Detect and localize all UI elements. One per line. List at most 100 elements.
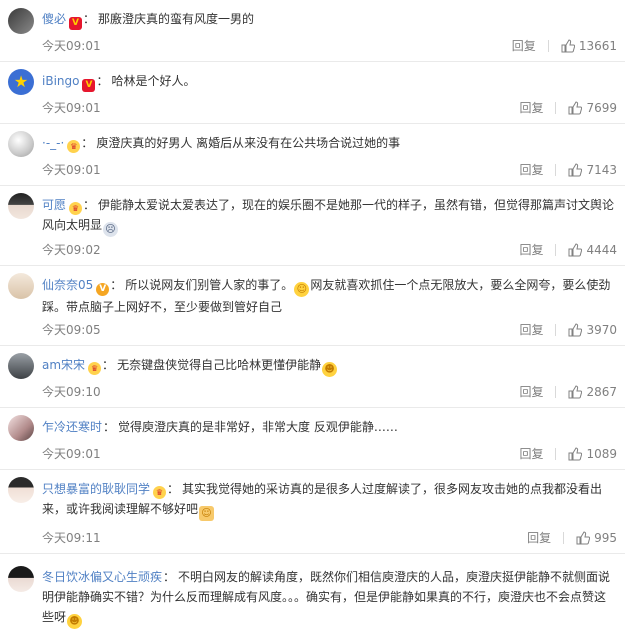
comment-item: 冬日饮冰偏又心生顽疾： 不明白网友的解读角度，既然你们相信庾澄庆的人品，庾澄庆挺伊… (0, 554, 625, 631)
reply-button[interactable]: 回复 (519, 383, 543, 401)
emoji-icon: ☺ (199, 506, 215, 521)
reply-button[interactable]: 回复 (519, 445, 543, 463)
username-link[interactable]: 乍冷还寒时 (42, 420, 102, 434)
avatar[interactable] (8, 477, 34, 503)
thumbs-up-icon (568, 385, 583, 399)
comment-item: 可愿 ♛：伊能静太爱说太爱表达了，现在的娱乐圈不是她那一代的样子，虽然有错，但觉得… (0, 186, 625, 266)
username-link[interactable]: 冬日饮冰偏又心生顽疾 (42, 570, 162, 584)
like-count: 3970 (586, 323, 617, 337)
comment-time: 今天09:10 (42, 385, 101, 399)
like-button[interactable]: 995 (576, 529, 617, 547)
avatar[interactable] (8, 8, 34, 34)
like-button[interactable]: 7699 (568, 99, 617, 117)
comment-meta: 今天09:05 回复 3970 (42, 321, 617, 339)
verified-badge-icon: V (69, 17, 83, 30)
avatar[interactable] (8, 415, 34, 441)
comment-time: 今天09:01 (42, 101, 101, 115)
like-count: 7143 (586, 163, 617, 177)
username-link[interactable]: iBingo (42, 74, 79, 88)
comment-time: 今天09:02 (42, 243, 101, 257)
crown-badge-icon: ♛ (88, 362, 102, 375)
divider (555, 386, 557, 398)
comment-text: 庾澄庆真的好男人 离婚后从来没有在公共场合说过她的事 (96, 136, 401, 150)
crown-badge-icon: ♛ (67, 140, 81, 153)
comment-text: 无奈键盘侠觉得自己比哈林更懂伊能静 (117, 358, 322, 372)
avatar[interactable] (8, 566, 34, 592)
thumbs-up-icon (568, 447, 583, 461)
comment-item: am宋宋 ♛：无奈键盘侠觉得自己比哈林更懂伊能静 ☻ 今天09:10 回复 2867 (0, 346, 625, 408)
reply-button[interactable]: 回复 (519, 161, 543, 179)
avatar[interactable] (8, 131, 34, 157)
like-count: 4444 (586, 243, 617, 257)
username-link[interactable]: 仙奈奈05 (42, 278, 93, 292)
comment-item: 只想暴富的耿耿同学 ♛：其实我觉得她的采访真的是很多人过度解读了，很多网友攻击她的… (0, 470, 625, 554)
emoji-icon: ☻ (67, 614, 83, 629)
avatar[interactable] (8, 193, 34, 219)
like-count: 1089 (586, 447, 617, 461)
comment-meta: 今天09:01 回复 7699 (42, 99, 617, 117)
reply-button[interactable]: 回复 (519, 241, 543, 259)
like-button[interactable]: 1089 (568, 445, 617, 463)
comment-item: ·-_-· ♛：庾澄庆真的好男人 离婚后从来没有在公共场合说过她的事 今天09:0… (0, 124, 625, 186)
divider (555, 164, 557, 176)
like-count: 13661 (578, 39, 617, 53)
comment-item: 仙奈奈05 V：所以说网友们别管人家的事了。 ☺ 网友就喜欢抓住一个点无限放大，要么全… (0, 266, 625, 346)
username-link[interactable]: 只想暴富的耿耿同学 (42, 482, 150, 496)
like-button[interactable]: 3970 (568, 321, 617, 339)
comment-body: ·-_-· ♛：庾澄庆真的好男人 离婚后从来没有在公共场合说过她的事 (42, 136, 401, 153)
avatar[interactable] (8, 273, 34, 299)
username-link[interactable]: ·-_-· (42, 136, 64, 150)
like-button[interactable]: 13661 (561, 37, 617, 55)
divider (555, 244, 557, 256)
like-button[interactable]: 2867 (568, 383, 617, 401)
comment-body: 可愿 ♛：伊能静太爱说太爱表达了，现在的娱乐圈不是她那一代的样子，虽然有错，但觉得… (42, 198, 615, 237)
comment-meta: 今天09:11 回复 995 (42, 529, 617, 547)
comment-item: ★ iBingo V：哈林是个好人。 今天09:01 回复 7699 (0, 62, 625, 124)
comment-text: 所以说网友们别管人家的事了。 (125, 278, 294, 292)
verified-badge-icon: V (82, 79, 96, 92)
comment-body: am宋宋 ♛：无奈键盘侠觉得自己比哈林更懂伊能静 ☻ (42, 355, 617, 377)
crown-badge-icon: ♛ (153, 486, 167, 499)
like-count: 2867 (586, 385, 617, 399)
like-count: 7699 (586, 101, 617, 115)
verified-badge-icon: V (96, 283, 110, 296)
comment-text: 觉得庾澄庆真的是非常好，非常大度 反观伊能静…… (118, 420, 398, 434)
comment-meta: 今天09:01 回复 7143 (42, 161, 617, 179)
comment-time: 今天09:05 (42, 323, 101, 337)
emoji-icon: ☹ (103, 222, 119, 237)
comment-meta: 今天09:10 回复 2867 (42, 383, 617, 401)
reply-button[interactable]: 回复 (512, 37, 536, 55)
crown-badge-icon: ♛ (69, 202, 83, 215)
thumbs-up-icon (576, 531, 591, 545)
comment-meta: 今天09:01 回复 13661 (42, 37, 617, 55)
comment-time: 今天09:01 (42, 447, 101, 461)
thumbs-up-icon (568, 243, 583, 257)
divider (555, 324, 557, 336)
username-link[interactable]: 傻必 (42, 12, 66, 26)
reply-button[interactable]: 回复 (519, 99, 543, 117)
thumbs-up-icon (561, 39, 575, 53)
like-count: 995 (594, 531, 617, 545)
comment-time: 今天09:11 (42, 531, 101, 545)
comment-body: 傻必 V：那廒澄庆真的蛮有风度一男的 (42, 12, 255, 30)
username-link[interactable]: 可愿 (42, 198, 66, 212)
comment-body: 只想暴富的耿耿同学 ♛：其实我觉得她的采访真的是很多人过度解读了，很多网友攻击她的… (42, 482, 603, 521)
like-button[interactable]: 4444 (568, 241, 617, 259)
reply-button[interactable]: 回复 (519, 321, 543, 339)
comment-list: 傻必 V：那廒澄庆真的蛮有风度一男的 今天09:01 回复 13661 ★ iBi… (0, 0, 625, 631)
reply-button[interactable]: 回复 (527, 529, 551, 547)
comment-text: 伊能静太爱说太爱表达了，现在的娱乐圈不是她那一代的样子，虽然有错，但觉得那篇声讨… (42, 198, 615, 232)
avatar[interactable] (8, 353, 34, 379)
comment-time: 今天09:01 (42, 39, 101, 53)
emoji-icon: ☺ (294, 282, 310, 297)
like-button[interactable]: 7143 (568, 161, 617, 179)
divider (555, 102, 557, 114)
comment-meta: 今天09:02 回复 4444 (42, 241, 617, 259)
thumbs-up-icon (568, 163, 583, 177)
thumbs-up-icon (568, 323, 583, 337)
comment-item: 乍冷还寒时： 觉得庾澄庆真的是非常好，非常大度 反观伊能静…… 今天09:01 回… (0, 408, 625, 470)
username-link[interactable]: am宋宋 (42, 358, 85, 372)
comment-meta: 今天09:01 回复 1089 (42, 445, 617, 463)
avatar[interactable]: ★ (8, 69, 34, 95)
comment-body: 仙奈奈05 V：所以说网友们别管人家的事了。 ☺ 网友就喜欢抓住一个点无限放大，要么全… (42, 278, 611, 314)
